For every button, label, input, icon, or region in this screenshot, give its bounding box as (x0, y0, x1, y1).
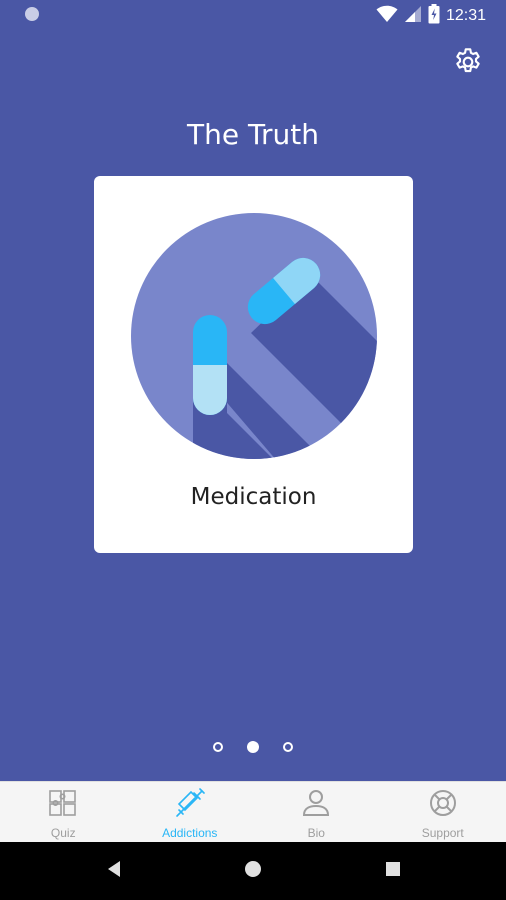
nav-item-bio[interactable]: Bio (253, 782, 380, 843)
page-dot-1[interactable] (213, 742, 223, 752)
notification-dot-icon (25, 7, 39, 21)
puzzle-icon (48, 788, 78, 818)
status-icons: 12:31 (376, 3, 486, 29)
app-screen: 12:31 The Truth Medication Quiz Addictio… (0, 0, 506, 900)
card-label: Medication (190, 484, 317, 510)
recents-button[interactable] (363, 842, 423, 900)
nav-label-quiz: Quiz (50, 826, 76, 840)
pills-icon (131, 213, 377, 459)
page-dot-3[interactable] (283, 742, 293, 752)
nav-item-quiz[interactable]: Quiz (0, 782, 127, 843)
back-button[interactable] (84, 842, 144, 900)
page-dot-2[interactable] (247, 741, 259, 753)
recents-icon (385, 861, 401, 882)
system-nav-bar (0, 842, 506, 900)
home-icon (244, 860, 262, 883)
lifebuoy-icon (428, 788, 458, 818)
nav-label-support: Support (421, 826, 464, 840)
wifi-icon (376, 5, 398, 28)
status-time: 12:31 (445, 7, 486, 24)
syringe-icon (175, 788, 205, 818)
nav-item-addictions[interactable]: Addictions (127, 782, 254, 843)
page-indicator (0, 741, 506, 758)
gear-icon (452, 46, 484, 83)
person-icon (301, 788, 331, 818)
status-bar: 12:31 (0, 0, 506, 32)
cell-signal-icon (404, 5, 422, 28)
nav-item-support[interactable]: Support (380, 782, 506, 843)
home-button[interactable] (223, 842, 283, 900)
addiction-card-medication[interactable]: Medication (94, 176, 413, 553)
settings-button[interactable] (448, 44, 488, 84)
bottom-nav: Quiz Addictions Bio Support (0, 781, 506, 843)
page-title: The Truth (187, 118, 319, 151)
nav-label-addictions: Addictions (162, 826, 218, 840)
battery-charging-icon (428, 3, 440, 29)
nav-label-bio: Bio (307, 826, 325, 840)
back-icon (106, 860, 122, 883)
